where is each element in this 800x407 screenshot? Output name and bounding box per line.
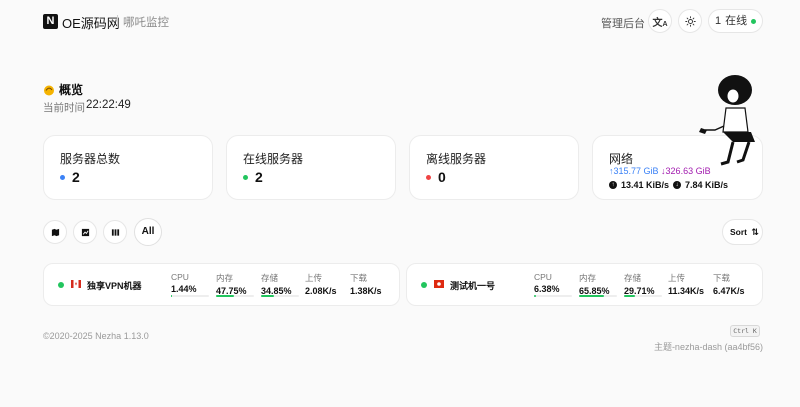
network-speeds: ↑ 13.41 KiB/s ↓ 7.84 KiB/s [609,180,728,190]
online-count: 1 [715,15,722,27]
chart-icon [81,228,89,236]
cpu-bar-fill [534,295,537,297]
map-view-button[interactable] [43,220,67,244]
card-value: 2 [255,169,263,185]
memory-bar [216,295,254,297]
footer-theme: 主题-nezha-dash (aa4bf56) [653,342,763,352]
upload-metric: 上传 2.08K/s [305,272,337,296]
card-title: 离线服务器 [426,152,487,166]
card-title: 在线服务器 [243,152,304,166]
card-value: 2 [72,169,80,185]
cpu-bar-fill [171,295,172,297]
disk-bar [624,295,662,297]
online-status-dot [58,282,64,288]
grid-view-button[interactable] [103,220,127,244]
download-metric: 下载 1.38K/s [350,272,382,296]
translate-button[interactable]: 文A [648,9,672,33]
memory-bar [579,295,617,297]
upload-value: 11.34K/s [668,286,705,296]
online-servers-card[interactable]: 在线服务器 2 [226,135,396,200]
memory-bar-fill [579,295,605,297]
upload-value: 2.08K/s [305,286,337,296]
download-value: 1.38K/s [350,286,382,296]
status-dot [426,175,431,180]
disk-bar-fill [624,295,636,297]
filter-all-button[interactable]: All [134,218,162,246]
disk-metric: 存储 34.85% [261,272,292,296]
online-status-dot [421,282,427,288]
cpu-bar [171,295,209,297]
disk-bar [261,295,299,297]
current-time-label: 当前时间 [43,102,85,114]
status-dot [60,175,65,180]
status-dot [243,175,248,180]
upload-total: ↑315.77 GiB [609,166,659,176]
cpu-value: 6.38% [534,284,560,294]
site-subtitle: 哪吒监控 [123,17,169,29]
overview-title-text: 概览 [59,83,84,97]
sitting-person-illustration [699,75,755,166]
header-divider [117,15,118,28]
memory-metric: 内存 65.85% [579,272,610,296]
online-label: 在线 [725,15,748,27]
upload-label: 上传 [305,273,323,283]
upload-metric: 上传 11.34K/s [668,272,704,296]
hk-flag-icon [434,280,444,288]
upload-speed-icon: ↑ [609,181,617,189]
cpu-bar [534,295,572,297]
download-speed: 7.84 KiB/s [685,180,729,190]
memory-metric: 内存 47.75% [216,272,247,296]
current-time-value: 22:22:49 [86,99,131,111]
chart-view-button[interactable] [73,220,97,244]
server-name: 独享VPN机器 [87,281,142,291]
command-shortcut-hint[interactable]: Ctrl K [730,325,760,337]
site-name[interactable]: OE源码网 [62,13,120,32]
download-value: 6.47K/s [713,286,745,296]
sort-button[interactable]: Sort ⇅ [722,219,763,245]
memory-label: 内存 [216,273,234,283]
ca-flag-icon [71,280,81,288]
download-speed-icon: ↓ [673,181,682,189]
cpu-label: CPU [534,272,552,282]
server-name: 测试机一号 [450,281,496,291]
download-metric: 下载 6.47K/s [713,272,745,296]
disk-label: 存储 [261,273,279,283]
cpu-metric: CPU 1.44% [171,272,197,294]
cpu-metric: CPU 6.38% [534,272,560,294]
memory-bar-fill [216,295,235,297]
online-status-dot [751,19,756,24]
wave-hand-icon [44,85,54,95]
footer-copyright: ©2020-2025 Nezha 1.13.0 [43,331,149,341]
theme-toggle-button[interactable] [678,9,702,33]
card-title: 服务器总数 [60,152,121,166]
card-value: 0 [438,169,446,185]
download-label: 下载 [350,273,368,283]
server-card[interactable]: 独享VPN机器 CPU 1.44% 内存 47.75% 存储 34.85% 上传… [43,263,400,306]
sort-label: Sort [730,227,747,237]
upload-label: 上传 [668,273,686,283]
online-count-badge[interactable]: 1 在线 [708,9,763,33]
card-title: 网络 [609,152,634,166]
admin-link[interactable]: 管理后台 [601,15,645,31]
header: N OE源码网 哪吒监控 管理后台 文A 1 在线 [0,0,800,44]
disk-bar-fill [261,295,275,297]
upload-speed: 13.41 KiB/s [621,180,670,190]
overview-title: 概览 [43,81,83,98]
memory-label: 内存 [579,273,597,283]
grid-icon [111,228,119,236]
sort-arrows-icon: ⇅ [751,227,759,237]
cpu-label: CPU [171,272,189,282]
offline-servers-card[interactable]: 离线服务器 0 [409,135,579,200]
translate-icon: 文A [652,17,668,29]
map-icon [51,228,59,236]
logo-icon[interactable]: N [43,14,58,29]
download-label: 下载 [713,273,731,283]
disk-metric: 存储 29.71% [624,272,655,296]
cpu-value: 1.44% [171,284,197,294]
sun-icon [684,15,696,27]
server-card[interactable]: 测试机一号 CPU 6.38% 内存 65.85% 存储 29.71% 上传 1… [406,263,763,306]
total-servers-card[interactable]: 服务器总数 2 [43,135,213,200]
disk-label: 存储 [624,273,642,283]
